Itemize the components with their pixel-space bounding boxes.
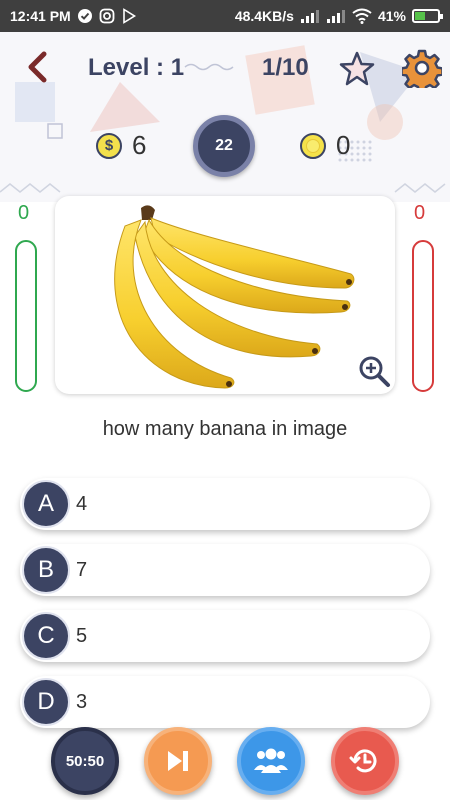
level-title: Level : 1 (88, 54, 185, 81)
countdown-timer: 22 (193, 115, 255, 177)
check-circle-icon (77, 8, 93, 24)
people-icon (254, 748, 288, 773)
status-right: 48.4KB/s 41% (234, 8, 443, 24)
network-speed: 48.4KB/s (234, 8, 294, 24)
signal-icon (300, 9, 320, 23)
signal-icon-2 (326, 9, 346, 23)
clock-rewind-icon (349, 749, 377, 773)
question-image-card (55, 196, 395, 394)
answer-option-b[interactable]: B 7 (20, 544, 430, 596)
battery-icon (412, 9, 443, 23)
answer-option-a[interactable]: A 4 (20, 478, 430, 530)
play-store-icon (121, 8, 137, 24)
answer-option-c[interactable]: C 5 (20, 610, 430, 662)
audience-poll-button[interactable] (237, 727, 305, 795)
answer-text: 5 (76, 624, 88, 647)
gear-icon (400, 49, 444, 94)
zoom-in-icon (359, 356, 390, 387)
instagram-icon (99, 8, 115, 24)
correct-progress-bar (15, 240, 37, 392)
fifty-fifty-label: 50:50 (65, 752, 105, 770)
coins-stat: 0 (300, 130, 350, 161)
banana-bunch-image (114, 205, 355, 389)
wrong-score: 0 (414, 202, 426, 224)
fifty-fifty-button[interactable]: 50:50 (51, 727, 119, 795)
skip-question-button[interactable] (144, 727, 212, 795)
money-stat: $ 6 (96, 130, 146, 161)
money-value: 6 (132, 130, 147, 160)
answer-option-d[interactable]: D 3 (20, 676, 430, 728)
favorite-button[interactable] (338, 50, 376, 88)
question-text: how many banana in image (102, 418, 348, 440)
answer-text: 4 (76, 492, 88, 515)
answer-text: 7 (76, 558, 88, 581)
battery-percent: 41% (377, 8, 406, 24)
timer-value: 22 (215, 137, 233, 154)
answer-letter: B (22, 546, 70, 594)
back-button[interactable] (22, 50, 56, 84)
status-left: 12:41 PM (10, 8, 137, 24)
wifi-icon (352, 8, 372, 24)
status-bar: 12:41 PM 48.4KB/s 41% (0, 0, 450, 32)
zoom-button[interactable] (357, 354, 391, 388)
extra-time-button[interactable] (331, 727, 399, 795)
answer-letter: C (22, 612, 70, 660)
dollar-coin-icon: $ (96, 132, 122, 159)
top-bar: Level : 1 1/10 (0, 40, 450, 94)
answer-letter: D (22, 678, 70, 726)
settings-button[interactable] (400, 48, 444, 94)
answer-letter: A (22, 480, 70, 528)
coins-value: 0 (336, 130, 351, 160)
status-time: 12:41 PM (10, 8, 71, 24)
gold-coin-icon (300, 132, 326, 159)
wrong-progress-bar (412, 240, 434, 392)
question-progress: 1/10 (262, 54, 309, 81)
correct-score: 0 (18, 202, 30, 224)
star-icon (339, 51, 375, 86)
skip-icon (168, 751, 188, 771)
answer-text: 3 (76, 690, 88, 713)
chevron-left-icon (28, 51, 47, 83)
